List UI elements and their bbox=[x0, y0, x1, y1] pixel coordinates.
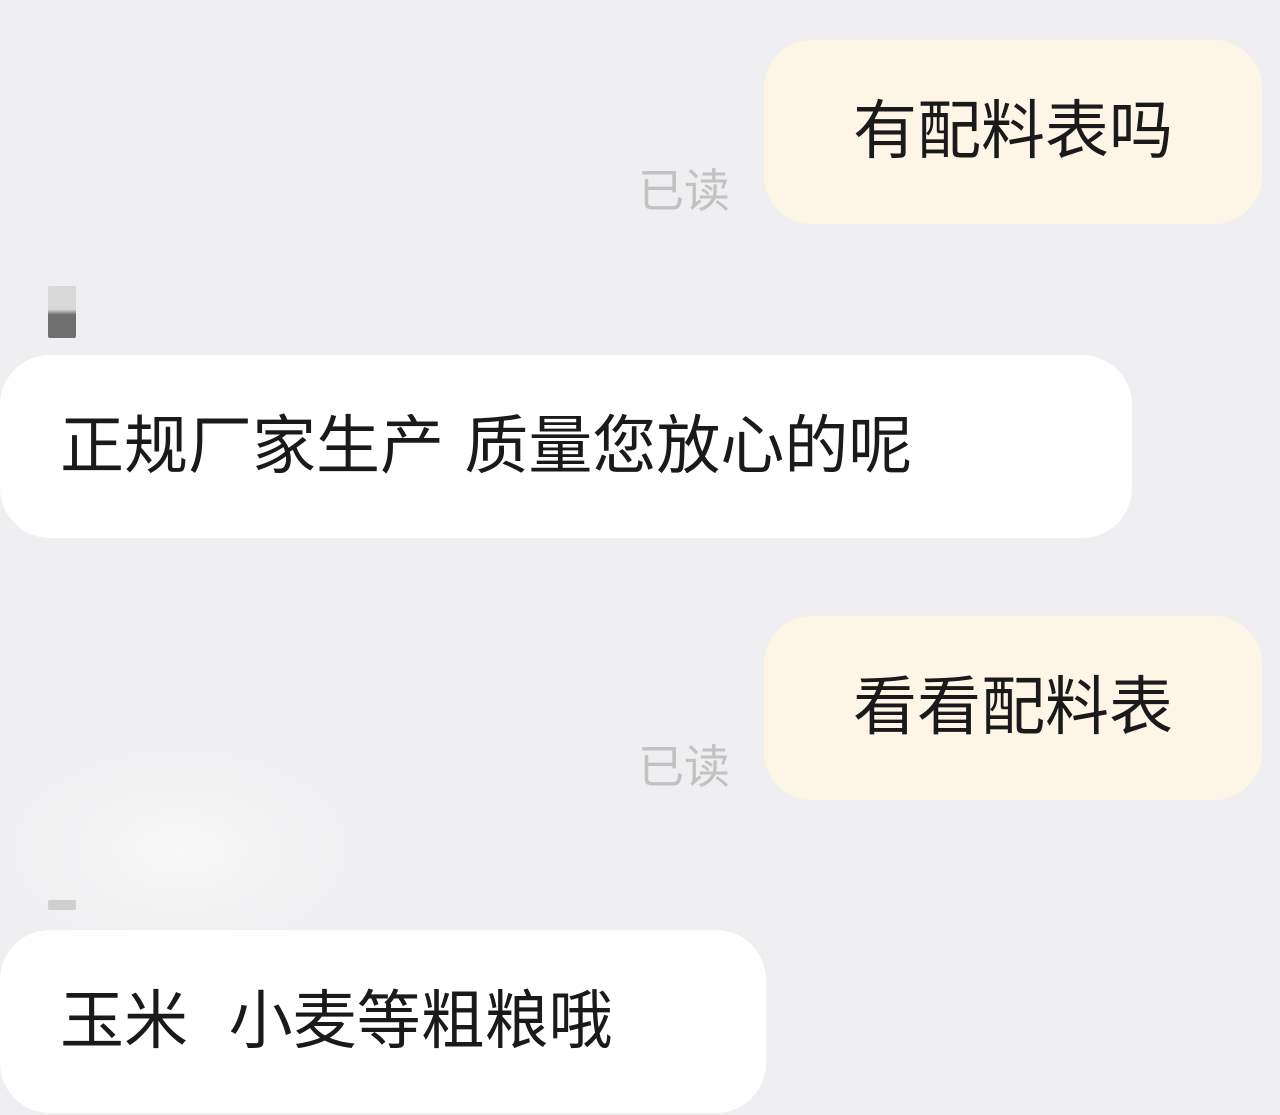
incoming-message-bubble[interactable]: 玉米 小麦等粗粮哦 bbox=[0, 930, 766, 1113]
read-receipt: 已读 bbox=[638, 740, 730, 794]
sender-name-blurred bbox=[48, 900, 76, 910]
chat-thread[interactable]: 已读 有配料表吗 正规厂家生产 质量您放心的呢 已读 看看配料表 玉米 小麦等粗… bbox=[0, 0, 1280, 1115]
background-smudge bbox=[0, 740, 360, 960]
read-receipt: 已读 bbox=[638, 164, 730, 218]
message-text: 看看配料表 bbox=[853, 671, 1173, 745]
outgoing-message-bubble[interactable]: 有配料表吗 bbox=[764, 40, 1262, 224]
message-text: 有配料表吗 bbox=[853, 95, 1173, 169]
sender-name-blurred bbox=[48, 286, 76, 338]
outgoing-message-bubble[interactable]: 看看配料表 bbox=[764, 616, 1262, 800]
message-text: 正规厂家生产 质量您放心的呢 bbox=[60, 409, 913, 484]
message-text: 玉米 小麦等粗粮哦 bbox=[60, 984, 613, 1059]
incoming-message-bubble[interactable]: 正规厂家生产 质量您放心的呢 bbox=[0, 355, 1132, 538]
